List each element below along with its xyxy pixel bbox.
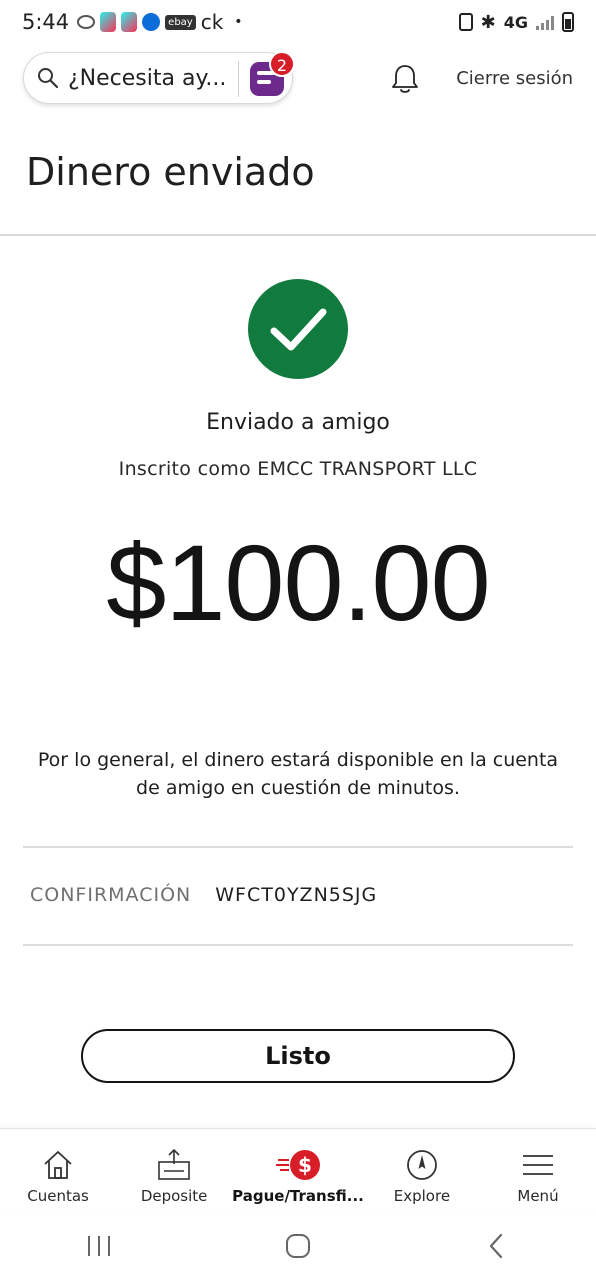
home-icon <box>44 1151 72 1179</box>
search-divider <box>238 61 239 97</box>
divider <box>23 944 573 946</box>
assistant-badge: 2 <box>269 51 295 77</box>
availability-notice: Por lo general, el dinero estará disponi… <box>37 749 559 799</box>
app-header: ¿Necesita ay... 2 Cierre sesión <box>0 51 596 106</box>
messenger-icon <box>142 13 161 31</box>
nav-item-pay-transfer[interactable]: $ Pague/Transfi... <box>232 1129 364 1212</box>
nav-label-pay-transfer: Pague/Transfi... <box>232 1187 364 1205</box>
dollar-icon: $ <box>290 1150 321 1180</box>
tiktok-icon <box>100 12 117 32</box>
bluetooth-icon: ✱ <box>480 11 496 33</box>
system-icons: ✱ 4G <box>458 11 574 33</box>
search-bar[interactable]: ¿Necesita ay... 2 <box>23 51 295 104</box>
nav-item-explore[interactable]: Explore <box>364 1129 480 1212</box>
search-input[interactable]: ¿Necesita ay... <box>68 66 226 91</box>
compass-icon <box>407 1150 437 1180</box>
ebay-icon: ebay <box>165 14 196 30</box>
status-dot: • <box>234 14 243 30</box>
confirmation-label: CONFIRMACIÓN <box>30 884 192 906</box>
bell-icon[interactable] <box>388 62 422 96</box>
nav-item-menu[interactable]: Menú <box>480 1129 596 1212</box>
success-check-icon <box>248 279 348 379</box>
page-title: Dinero enviado <box>26 150 315 194</box>
battery-icon <box>562 12 574 32</box>
system-nav-bar <box>0 1212 596 1280</box>
back-icon[interactable] <box>483 1232 511 1260</box>
tiktok-icon <box>121 12 138 32</box>
nav-label-deposit: Deposite <box>140 1187 208 1205</box>
confirmation-row: CONFIRMACIÓN WFCT0YZN5SJG <box>30 884 570 906</box>
deposit-icon <box>158 1148 190 1180</box>
pay-transfer-icon: $ <box>275 1147 321 1183</box>
bottom-nav: Cuentas Deposite $ Pague/Transfi... Expl… <box>0 1128 596 1212</box>
notification-icons: ebay ck • <box>77 10 243 34</box>
nav-label-explore: Explore <box>393 1187 451 1205</box>
divider <box>23 846 573 848</box>
signout-link[interactable]: Cierre sesión <box>456 68 573 89</box>
status-app-text: ck <box>200 10 224 34</box>
search-icon <box>38 68 59 89</box>
status-bar: 5:44 ebay ck • ✱ 4G <box>0 0 596 44</box>
alexa-icon <box>77 15 96 29</box>
title-divider <box>0 234 596 236</box>
signal-icon <box>536 14 554 30</box>
menu-icon <box>522 1155 553 1175</box>
done-button[interactable]: Listo <box>81 1029 515 1083</box>
status-time: 5:44 <box>22 10 70 34</box>
nav-item-deposit[interactable]: Deposite <box>116 1129 232 1212</box>
home-button-icon[interactable] <box>284 1232 312 1260</box>
nav-label-accounts: Cuentas <box>27 1187 89 1205</box>
nav-item-accounts[interactable]: Cuentas <box>0 1129 116 1212</box>
nav-label-menu: Menú <box>517 1187 559 1205</box>
checkmark-icon <box>270 308 327 351</box>
network-label: 4G <box>503 12 528 32</box>
enrolled-as-label: Inscrito como EMCC TRANSPORT LLC <box>118 458 478 480</box>
sent-amount: $100.00 <box>106 522 490 643</box>
confirmation-number: WFCT0YZN5SJG <box>215 884 378 906</box>
recycle-icon <box>458 13 473 31</box>
sent-to-friend-label: Enviado a amigo <box>206 410 390 435</box>
recent-apps-icon[interactable] <box>85 1233 113 1259</box>
speed-lines-icon <box>276 1159 290 1171</box>
